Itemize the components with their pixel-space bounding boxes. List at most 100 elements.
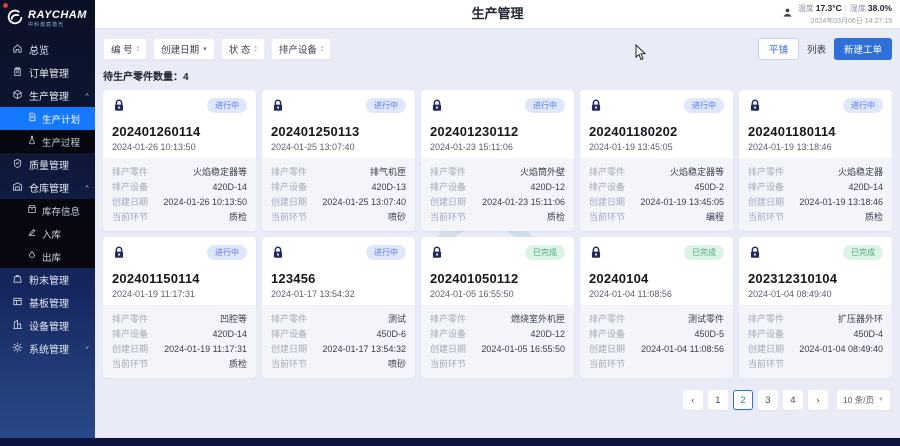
work-order-card[interactable]: 进行中 202401180114 2024-01-19 13:18:46 排产零… xyxy=(739,90,892,231)
sidebar-item[interactable]: 总览 xyxy=(0,38,95,61)
lock-icon xyxy=(589,245,603,265)
warehouse-icon xyxy=(12,181,23,195)
card-head: 进行中 123456 2024-01-17 13:54:32 xyxy=(262,237,415,305)
work-order-card[interactable]: 已完成 202401050112 2024-01-05 16:55:50 排产零… xyxy=(421,237,574,378)
order-datetime: 2024-01-04 08:49:40 xyxy=(748,289,883,299)
card-detail: 排产零件排气机匣 排产设备420D-13 创建日期2024-01-25 13:0… xyxy=(262,158,415,231)
status-badge: 进行中 xyxy=(525,98,565,113)
list-view-button[interactable]: 列表 xyxy=(807,42,826,56)
card-detail: 排产零件火焰稳定器等 排产设备420D-14 创建日期2024-01-26 10… xyxy=(103,158,256,231)
sidebar-subitem-label: 生产过程 xyxy=(42,135,80,149)
page-button-4[interactable]: 4 xyxy=(783,390,803,410)
sidebar-subitem[interactable]: 库存信息 xyxy=(0,199,95,222)
tile-view-button[interactable]: 平铺 xyxy=(758,38,799,60)
page-button-3[interactable]: 3 xyxy=(758,390,778,410)
order-datetime: 2024-01-23 15:11:06 xyxy=(430,142,565,152)
sidebar-item[interactable]: 仓库管理 ˄ xyxy=(0,176,95,199)
pending-count-text: 待生产零件数量：4 xyxy=(103,68,892,83)
stage-value: 喷砂 xyxy=(388,357,406,370)
sidebar-item[interactable]: 质量管理 xyxy=(0,153,95,176)
sidebar-subitem[interactable]: 入库 xyxy=(0,222,95,245)
page-size-select[interactable]: 10 条/页▼ xyxy=(837,390,890,410)
sidebar-item[interactable]: 基板管理 xyxy=(0,291,95,314)
home-icon xyxy=(12,43,23,57)
page-button-2[interactable]: 2 xyxy=(733,390,753,410)
sidebar-subitem[interactable]: 出库 xyxy=(0,245,95,268)
sort-button[interactable]: 排产设备 ▴▾ xyxy=(271,38,332,60)
work-order-card[interactable]: 进行中 202401260114 2024-01-26 10:13:50 排产零… xyxy=(103,90,256,231)
stage-value: 质检 xyxy=(865,210,883,223)
work-order-card[interactable]: 进行中 202401230112 2024-01-23 15:11:06 排产零… xyxy=(421,90,574,231)
created-value: 2024-01-04 08:49:40 xyxy=(799,344,883,354)
sort-button[interactable]: 创建日期 ▾ xyxy=(153,38,215,60)
sidebar-item[interactable]: 粉末管理 xyxy=(0,268,95,291)
device-value: 450D-6 xyxy=(376,329,406,339)
page-size-value: 10 条/页 xyxy=(843,394,874,406)
substrate-icon xyxy=(12,296,23,310)
inbound-icon xyxy=(27,227,37,240)
sort-button[interactable]: 编 号 ▴▾ xyxy=(103,38,147,60)
order-number: 123456 xyxy=(271,271,406,286)
page-button-1[interactable]: 1 xyxy=(708,390,728,410)
sidebar-subitem-label: 生产计划 xyxy=(42,112,80,126)
created-label: 创建日期 xyxy=(271,342,307,355)
card-head: 已完成 202312310104 2024-01-04 08:49:40 xyxy=(739,237,892,305)
sidebar-item[interactable]: 系统管理 ˅ xyxy=(0,337,95,360)
work-order-card[interactable]: 已完成 20240104 2024-01-04 11:08:56 排产零件测试零… xyxy=(580,237,733,378)
order-number: 202312310104 xyxy=(748,271,883,286)
prev-page-button[interactable]: ‹ xyxy=(683,390,703,410)
card-head: 已完成 202401050112 2024-01-05 16:55:50 xyxy=(421,237,574,305)
humidity-value: 38.0% xyxy=(868,3,892,13)
next-page-button[interactable]: › xyxy=(808,390,828,410)
card-head: 进行中 202401230112 2024-01-23 15:11:06 xyxy=(421,90,574,158)
sidebar-item[interactable]: 生产管理 ˄ xyxy=(0,84,95,107)
brand-logo[interactable]: RAYCHAM 中科煜宸激光 xyxy=(0,0,95,34)
work-order-card[interactable]: 进行中 123456 2024-01-17 13:54:32 排产零件测试 排产… xyxy=(262,237,415,378)
lock-icon xyxy=(748,245,762,265)
created-value: 2024-01-05 16:55:50 xyxy=(481,344,565,354)
sidebar-subitem[interactable]: 生产过程 xyxy=(0,130,95,153)
created-label: 创建日期 xyxy=(112,342,148,355)
user-icon[interactable] xyxy=(782,5,793,23)
work-order-card[interactable]: 进行中 202401180202 2024-01-19 13:45:05 排产零… xyxy=(580,90,733,231)
outbound-icon xyxy=(27,250,37,263)
status-badge: 进行中 xyxy=(207,98,247,113)
sort-label: 状 态 xyxy=(229,42,251,56)
order-number: 202401260114 xyxy=(112,124,247,139)
created-label: 创建日期 xyxy=(112,195,148,208)
temperature-label: 温度 xyxy=(798,4,814,13)
sort-caret-icon: ▴▾ xyxy=(254,45,257,53)
sidebar-item-label: 系统管理 xyxy=(29,341,69,356)
stage-label: 当前环节 xyxy=(112,210,148,223)
order-number: 20240104 xyxy=(589,271,724,286)
device-value: 450D-5 xyxy=(694,329,724,339)
device-label: 排产设备 xyxy=(112,180,148,193)
device-value: 420D-14 xyxy=(848,182,883,192)
new-work-order-button[interactable]: 新建工单 xyxy=(834,38,892,60)
order-number: 202401180114 xyxy=(748,124,883,139)
part-label: 排产零件 xyxy=(112,312,148,325)
sidebar-item-label: 质量管理 xyxy=(29,157,69,172)
device-label: 排产设备 xyxy=(430,180,466,193)
status-badge: 已完成 xyxy=(843,245,883,260)
work-order-card[interactable]: 进行中 202401250113 2024-01-25 13:07:40 排产零… xyxy=(262,90,415,231)
part-label: 排产零件 xyxy=(430,165,466,178)
chevron-icon: ˄ xyxy=(85,184,89,190)
part-label: 排产零件 xyxy=(589,312,625,325)
part-label: 排产零件 xyxy=(271,165,307,178)
device-value: 420D-12 xyxy=(530,329,565,339)
sidebar-subitem[interactable]: 生产计划 xyxy=(0,107,95,130)
sort-caret-icon: ▴▾ xyxy=(137,45,140,53)
stage-label: 当前环节 xyxy=(589,210,625,223)
sort-button[interactable]: 状 态 ▴▾ xyxy=(221,38,265,60)
sidebar-item[interactable]: 订单管理 xyxy=(0,61,95,84)
lock-icon xyxy=(430,245,444,265)
sidebar-item[interactable]: 设备管理 xyxy=(0,314,95,337)
status-badge: 进行中 xyxy=(207,245,247,260)
part-value: 扩压器外环 xyxy=(838,312,883,325)
sorter-group: 编 号 ▴▾ 创建日期 ▾ 状 态 ▴▾ 排产设备 ▴▾ xyxy=(103,38,337,60)
work-order-card[interactable]: 已完成 202312310104 2024-01-04 08:49:40 排产零… xyxy=(739,237,892,378)
work-order-card[interactable]: 进行中 202401150114 2024-01-19 11:17:31 排产零… xyxy=(103,237,256,378)
created-label: 创建日期 xyxy=(430,342,466,355)
created-value: 2024-01-19 11:17:31 xyxy=(164,344,247,354)
